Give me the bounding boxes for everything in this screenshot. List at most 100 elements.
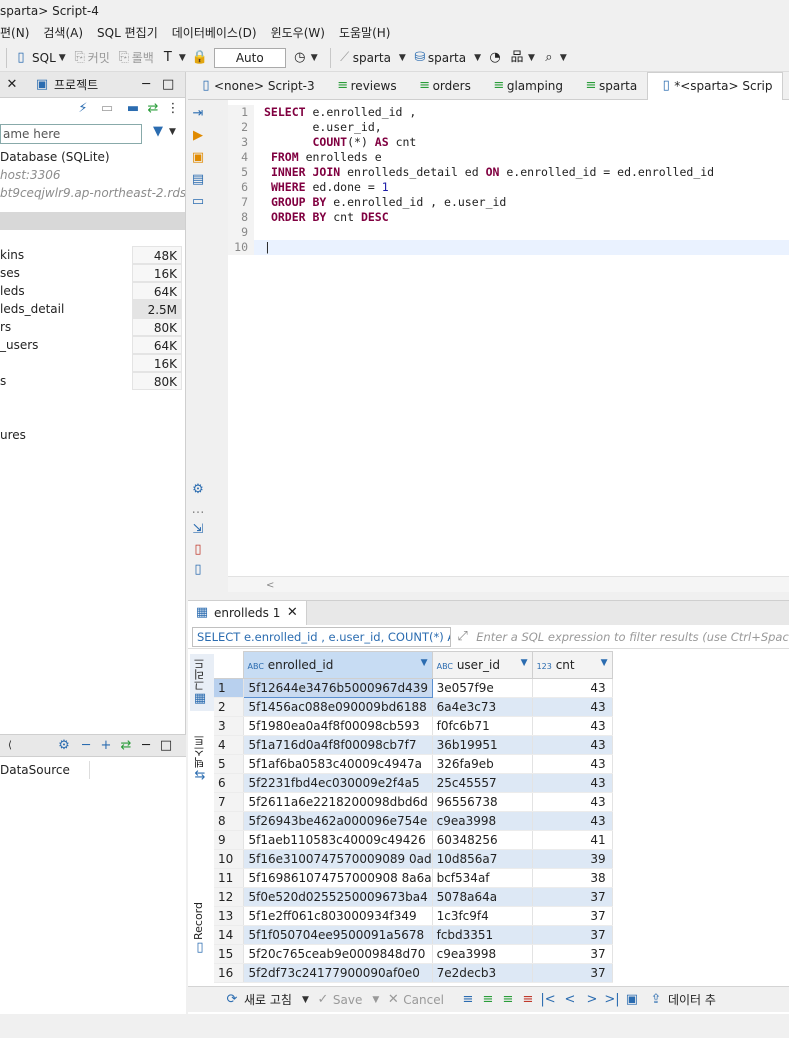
user-id-cell[interactable]: fcbd3351 xyxy=(432,925,533,945)
link-icon[interactable]: ⇄ xyxy=(145,101,161,117)
table-row[interactable]: s 80K xyxy=(0,372,185,390)
cancel-button[interactable]: Cancel xyxy=(403,993,444,1007)
more-icon[interactable]: … xyxy=(190,502,206,518)
table-row[interactable]: 9 5f1aeb110583c40009c49426 60348256 41 xyxy=(214,830,613,850)
sort-icon[interactable]: ▼ xyxy=(601,658,608,668)
table-row[interactable]: rs 80K xyxy=(0,318,185,336)
add-row-icon[interactable]: ≡ xyxy=(480,992,496,1008)
table-row[interactable]: 15 5f20c765ceab9e0009848d70 c9ea3998 37 xyxy=(214,944,613,964)
tab-script-3[interactable]: ▯ <none> Script-3 xyxy=(188,72,325,100)
table-row[interactable]: 2 5f1456ac088e090009bd6188 6a4e3c73 43 xyxy=(214,697,613,717)
format-icon[interactable]: ▤ xyxy=(190,172,206,188)
filter-input[interactable]: ame here xyxy=(0,124,142,144)
enrolled-id-cell[interactable]: 5f20c765ceab9e0009848d70 xyxy=(243,944,433,964)
user-id-cell[interactable]: 10d856a7 xyxy=(432,849,533,869)
gear-icon[interactable]: ⚙ xyxy=(190,482,206,498)
table-row[interactable]: 11 5f169861074757000908 8a6a bcf534af 38 xyxy=(214,868,613,888)
chevron-down-icon[interactable]: ▼ xyxy=(372,995,379,1005)
cnt-cell[interactable]: 43 xyxy=(532,678,613,698)
table-row[interactable]: 3 5f1980ea0a4f8f00098cb593 f0fc6b71 43 xyxy=(214,716,613,736)
variables-icon[interactable]: ▯ xyxy=(190,562,206,578)
cnt-cell[interactable]: 37 xyxy=(532,944,613,964)
sort-icon[interactable]: ▼ xyxy=(421,658,428,668)
selected-node-strip[interactable] xyxy=(0,212,185,230)
history-button[interactable]: ◷ ▼ xyxy=(292,46,318,70)
chevron-down-icon[interactable]: ▼ xyxy=(560,53,567,63)
sql-editor-button[interactable]: ▯ SQL ▼ xyxy=(13,46,66,70)
scroll-left-icon[interactable]: < xyxy=(266,580,274,591)
menu-item-search[interactable]: 검색(A) xyxy=(43,22,83,44)
cnt-cell[interactable]: 37 xyxy=(532,963,613,983)
tree-item-localhost[interactable]: host:3306 xyxy=(0,166,185,184)
tab-script-4[interactable]: ▯ *<sparta> Scrip xyxy=(647,71,784,100)
project-tab-label[interactable]: 프로젝트 xyxy=(54,76,98,93)
rollback-button[interactable]: ⎘ 롤백 xyxy=(116,46,154,70)
chevron-down-icon[interactable]: ▼ xyxy=(59,53,66,63)
user-id-cell[interactable]: 1c3fc9f4 xyxy=(432,906,533,926)
edit-row-icon[interactable]: ≡ xyxy=(460,992,476,1008)
user-id-cell[interactable]: c9ea3998 xyxy=(432,944,533,964)
user-id-cell[interactable]: f0fc6b71 xyxy=(432,716,533,736)
lock-button[interactable]: 🔒 xyxy=(192,46,208,70)
menu-item-window[interactable]: 윈도우(W) xyxy=(271,22,325,44)
enrolled-id-cell[interactable]: 5f26943be462a000096e754e xyxy=(243,811,433,831)
table-row[interactable]: leds_detail 2.5M xyxy=(0,300,185,318)
tab-glamping[interactable]: ≡ glamping xyxy=(481,72,573,100)
menu-item-database[interactable]: 데이터베이스(D) xyxy=(172,22,257,44)
user-id-cell[interactable]: 96556738 xyxy=(432,792,533,812)
user-id-cell[interactable]: 25c45557 xyxy=(432,773,533,793)
sort-icon[interactable]: ▼ xyxy=(521,658,528,668)
enrolled-id-cell[interactable]: 5f1af6ba0583c40009c4947a xyxy=(243,754,433,774)
user-id-cell[interactable]: 60348256 xyxy=(432,830,533,850)
datasource-item[interactable]: DataSource xyxy=(0,761,90,779)
close-icon[interactable]: ✕ xyxy=(4,77,20,93)
more-icon[interactable]: ⋮ xyxy=(165,101,181,117)
maximize-icon[interactable]: □ xyxy=(160,77,176,93)
minus-icon[interactable]: ─ xyxy=(78,738,94,754)
save-button[interactable]: Save xyxy=(333,993,362,1007)
tab-enrolleds-1[interactable]: ▦ enrolleds 1 ✕ xyxy=(188,601,308,625)
enrolled-id-cell[interactable]: 5f2231fbd4ec030009e2f4a5 xyxy=(243,773,433,793)
filter-icon[interactable]: ▼ xyxy=(150,124,166,140)
table-row[interactable]: kins 48K xyxy=(0,246,185,264)
table-row[interactable]: 12 5f0e520d0255250009673ba4 5078a64a 37 xyxy=(214,887,613,907)
chevron-down-icon[interactable]: ▼ xyxy=(474,53,481,63)
chevron-down-icon[interactable]: ▼ xyxy=(528,53,535,63)
enrolled-id-cell[interactable]: 5f1e2ff061c803000934f349 xyxy=(243,906,433,926)
enrolled-id-cell[interactable]: 5f16e3100747570009089 0ad xyxy=(243,849,433,869)
cnt-cell[interactable]: 43 xyxy=(532,811,613,831)
editor-horizontal-scrollbar[interactable]: < xyxy=(228,576,789,592)
network-button[interactable]: 品 ▼ xyxy=(509,46,535,70)
user-id-cell[interactable]: c9ea3998 xyxy=(432,811,533,831)
chevron-down-icon[interactable]: ▼ xyxy=(179,53,186,63)
swap-icon[interactable]: ⇄ xyxy=(118,738,134,754)
maximize-icon[interactable]: □ xyxy=(158,738,174,754)
table-row[interactable]: 1 5f12644e3476b5000967d439 3e057f9e 43 xyxy=(214,678,613,698)
sql-editor[interactable]: 1 SELECT e.enrolled_id , 2 e.user_id, 3 C… xyxy=(228,100,789,576)
enrolled-id-cell[interactable]: 5f2df73c24177900090af0e0 xyxy=(243,963,433,983)
user-id-cell[interactable]: 6a4e3c73 xyxy=(432,697,533,717)
enrolled-id-cell[interactable]: 5f1a716d0a4f8f00098cb7f7 xyxy=(243,735,433,755)
user-id-cell[interactable]: 7e2decb3 xyxy=(432,963,533,983)
enrolled-id-cell[interactable]: 5f1456ac088e090009bd6188 xyxy=(243,697,433,717)
export-data-button[interactable]: 데이터 추 xyxy=(668,991,716,1008)
record-view-tab[interactable]: Record ▯ xyxy=(190,898,214,960)
schema-selector[interactable]: ⛁ sparta ▼ xyxy=(412,46,481,70)
menu-item-help[interactable]: 도움말(H) xyxy=(339,22,391,44)
table-row[interactable]: 6 5f2231fbd4ec030009e2f4a5 25c45557 43 xyxy=(214,773,613,793)
user-id-cell[interactable]: 326fa9eb xyxy=(432,754,533,774)
cnt-cell[interactable]: 43 xyxy=(532,754,613,774)
dashboard-button[interactable]: ◔ xyxy=(487,46,503,70)
first-page-icon[interactable]: |< xyxy=(540,992,556,1008)
cnt-cell[interactable]: 43 xyxy=(532,773,613,793)
enrolled-id-cell[interactable]: 5f1f050704ee9500091a5678 xyxy=(243,925,433,945)
tree-item-sqlite[interactable]: Database (SQLite) xyxy=(0,148,185,166)
cnt-cell[interactable]: 43 xyxy=(532,735,613,755)
cnt-cell[interactable]: 37 xyxy=(532,887,613,907)
connect-icon[interactable]: ⚡ xyxy=(75,101,91,117)
last-page-icon[interactable]: >| xyxy=(604,992,620,1008)
tab-orders[interactable]: ≡ orders xyxy=(407,72,481,100)
refresh-icon[interactable]: ⟳ xyxy=(224,992,240,1008)
table-row[interactable]: 7 5f2611a6e2218200098dbd6d 96556738 43 xyxy=(214,792,613,812)
table-row[interactable]: leds 64K xyxy=(0,282,185,300)
